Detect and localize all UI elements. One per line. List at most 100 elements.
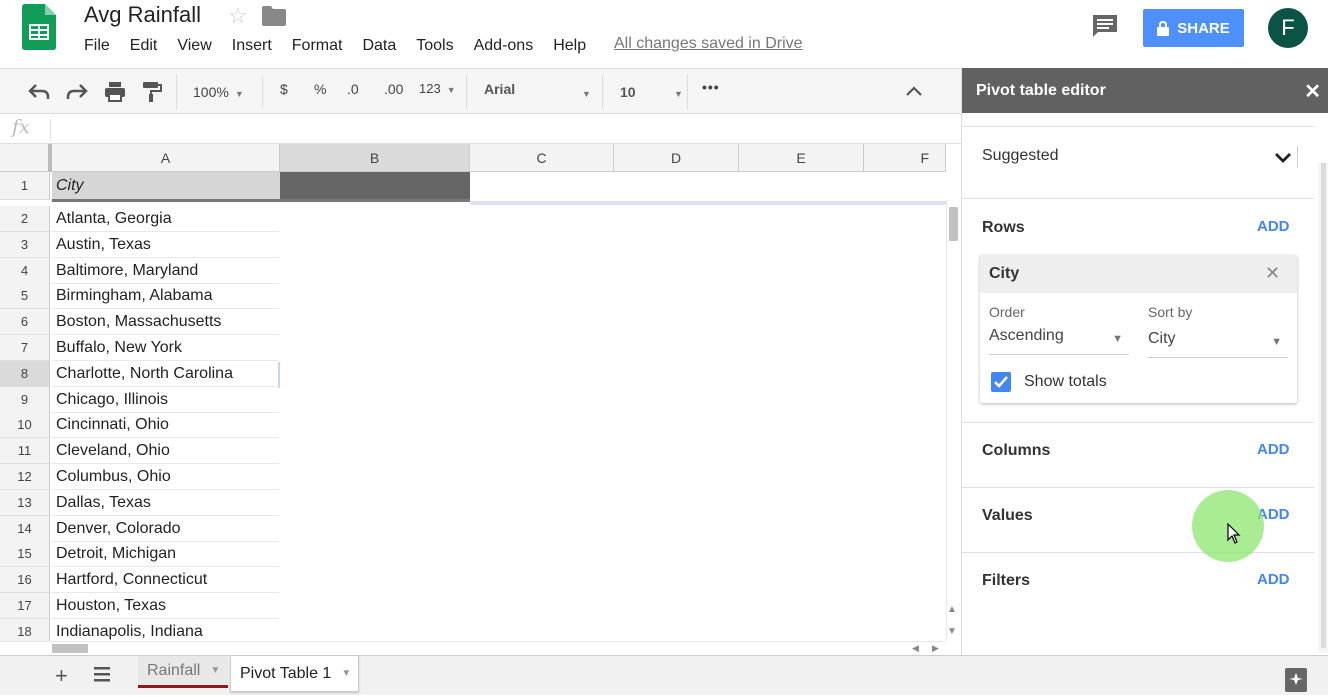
row-header[interactable]: 1 bbox=[0, 172, 50, 200]
rows-add-button[interactable]: ADD bbox=[1257, 218, 1290, 235]
font-family-dropdown-icon[interactable]: ▼ bbox=[576, 84, 591, 100]
menu-insert[interactable]: Insert bbox=[222, 37, 282, 55]
font-size-select[interactable]: 10 bbox=[620, 84, 636, 100]
row-header[interactable]: 4 bbox=[0, 258, 50, 284]
document-title[interactable]: Avg Rainfall bbox=[84, 2, 201, 28]
table-cell[interactable]: Birmingham, Alabama bbox=[52, 283, 279, 309]
undo-icon[interactable] bbox=[28, 83, 50, 101]
row-header[interactable]: 3 bbox=[0, 232, 50, 258]
chevron-down-icon[interactable]: ▼ bbox=[210, 665, 220, 676]
menu-help[interactable]: Help bbox=[543, 37, 596, 55]
more-options-button[interactable]: ••• bbox=[702, 79, 720, 95]
menu-edit[interactable]: Edit bbox=[120, 37, 168, 55]
table-cell-header[interactable]: City bbox=[52, 172, 280, 200]
table-cell[interactable]: Hartford, Connecticut bbox=[52, 567, 279, 593]
column-header-a[interactable]: A bbox=[52, 144, 280, 172]
table-cell[interactable]: Buffalo, New York bbox=[52, 335, 279, 361]
folder-icon[interactable] bbox=[262, 6, 286, 26]
row-header[interactable]: 6 bbox=[0, 309, 50, 335]
table-cell[interactable]: Columbus, Ohio bbox=[52, 464, 279, 490]
sortby-dropdown[interactable]: City ▼ bbox=[1148, 330, 1288, 358]
selected-cell-b1[interactable] bbox=[280, 172, 470, 200]
avatar[interactable]: F bbox=[1268, 8, 1308, 48]
table-cell[interactable]: Houston, Texas bbox=[52, 593, 279, 619]
explore-icon[interactable] bbox=[1285, 668, 1307, 692]
table-cell[interactable]: Chicago, Illinois bbox=[52, 387, 279, 413]
frozen-row-divider[interactable] bbox=[52, 199, 470, 202]
table-cell[interactable]: Cincinnati, Ohio bbox=[52, 412, 279, 438]
horizontal-scrollbar[interactable] bbox=[0, 641, 946, 655]
show-totals-label[interactable]: Show totals bbox=[1024, 373, 1107, 391]
table-cell[interactable]: Dallas, Texas bbox=[52, 490, 279, 516]
select-all-corner[interactable] bbox=[0, 144, 52, 172]
menu-data[interactable]: Data bbox=[352, 37, 406, 55]
column-header-e[interactable]: E bbox=[739, 144, 864, 172]
chevron-down-icon[interactable]: ▼ bbox=[341, 668, 351, 679]
row-header[interactable]: 11 bbox=[0, 438, 50, 464]
column-header-f[interactable]: F bbox=[864, 144, 946, 172]
sheet-tab-rainfall[interactable]: Rainfall ▼ bbox=[138, 656, 228, 688]
menu-addons[interactable]: Add-ons bbox=[464, 37, 544, 55]
row-header[interactable]: 14 bbox=[0, 516, 50, 542]
row-header[interactable]: 2 bbox=[0, 206, 50, 232]
row-header[interactable]: 13 bbox=[0, 490, 50, 516]
zoom-select[interactable]: 100% ▼ bbox=[193, 84, 244, 100]
column-header-c[interactable]: C bbox=[470, 144, 614, 172]
currency-format-button[interactable]: $ bbox=[280, 81, 288, 97]
order-dropdown[interactable]: Ascending ▼ bbox=[989, 327, 1129, 355]
row-header[interactable]: 9 bbox=[0, 387, 50, 413]
row-header[interactable]: 17 bbox=[0, 593, 50, 619]
decrease-decimal-button[interactable]: .0 bbox=[347, 81, 359, 97]
scroll-down-arrow-icon[interactable]: ▼ bbox=[947, 626, 957, 637]
row-header[interactable]: 18 bbox=[0, 619, 50, 641]
print-icon[interactable] bbox=[104, 81, 126, 103]
sheets-logo-icon[interactable] bbox=[22, 4, 56, 50]
table-cell[interactable]: Austin, Texas bbox=[52, 232, 279, 258]
scroll-right-arrow-icon[interactable]: ▶ bbox=[932, 643, 939, 654]
column-header-d[interactable]: D bbox=[614, 144, 739, 172]
add-sheet-button[interactable]: + bbox=[55, 663, 68, 689]
column-header-b[interactable]: B bbox=[280, 144, 470, 172]
row-header[interactable]: 16 bbox=[0, 567, 50, 593]
more-formats-button[interactable]: 123 ▼ bbox=[419, 81, 456, 96]
collapse-chevron-up-icon[interactable] bbox=[906, 85, 922, 97]
increase-decimal-button[interactable]: .00 bbox=[384, 81, 403, 97]
row-header[interactable]: 5 bbox=[0, 283, 50, 309]
row-header[interactable]: 8 bbox=[0, 361, 50, 387]
font-size-dropdown-icon[interactable]: ▼ bbox=[668, 84, 683, 100]
all-sheets-list-icon[interactable] bbox=[92, 665, 112, 683]
comments-icon[interactable] bbox=[1092, 14, 1118, 38]
share-button[interactable]: SHARE bbox=[1143, 9, 1244, 47]
spreadsheet-grid[interactable]: A B C D E F 1 City 2 Atlanta, Georgia 3 Aus… bbox=[0, 144, 946, 641]
row-header[interactable]: 15 bbox=[0, 541, 50, 567]
close-icon[interactable]: ✕ bbox=[1304, 79, 1321, 104]
row-header[interactable]: 7 bbox=[0, 335, 50, 361]
table-cell[interactable]: Atlanta, Georgia bbox=[52, 206, 279, 232]
percent-format-button[interactable]: % bbox=[314, 81, 326, 97]
star-icon[interactable]: ☆ bbox=[228, 3, 248, 29]
show-totals-checkbox[interactable] bbox=[991, 372, 1011, 392]
menu-format[interactable]: Format bbox=[282, 37, 353, 55]
vertical-scrollbar[interactable] bbox=[946, 200, 961, 641]
saved-status-link[interactable]: All changes saved in Drive bbox=[614, 35, 803, 53]
menu-view[interactable]: View bbox=[167, 37, 221, 55]
table-cell[interactable]: Indianapolis, Indiana bbox=[52, 619, 279, 641]
table-cell[interactable]: Baltimore, Maryland bbox=[52, 258, 279, 284]
table-cell[interactable]: Boston, Massachusetts bbox=[52, 309, 279, 335]
redo-icon[interactable] bbox=[66, 83, 88, 101]
font-family-select[interactable]: Arial bbox=[484, 81, 515, 97]
table-cell[interactable]: Detroit, Michigan bbox=[52, 541, 279, 567]
vertical-scrollbar-thumb[interactable] bbox=[949, 207, 958, 241]
table-cell[interactable]: Cleveland, Ohio bbox=[52, 438, 279, 464]
paint-format-icon[interactable] bbox=[142, 81, 162, 103]
menu-file[interactable]: File bbox=[84, 37, 120, 55]
menu-tools[interactable]: Tools bbox=[406, 37, 463, 55]
row-header[interactable]: 12 bbox=[0, 464, 50, 490]
chevron-down-icon[interactable] bbox=[1274, 152, 1292, 164]
filters-add-button[interactable]: ADD bbox=[1257, 571, 1290, 588]
horizontal-scrollbar-thumb[interactable] bbox=[52, 644, 88, 653]
table-cell[interactable]: Denver, Colorado bbox=[52, 516, 279, 542]
remove-field-close-icon[interactable]: ✕ bbox=[1265, 263, 1280, 284]
row-header[interactable]: 10 bbox=[0, 412, 50, 438]
scroll-left-arrow-icon[interactable]: ◀ bbox=[912, 643, 919, 654]
